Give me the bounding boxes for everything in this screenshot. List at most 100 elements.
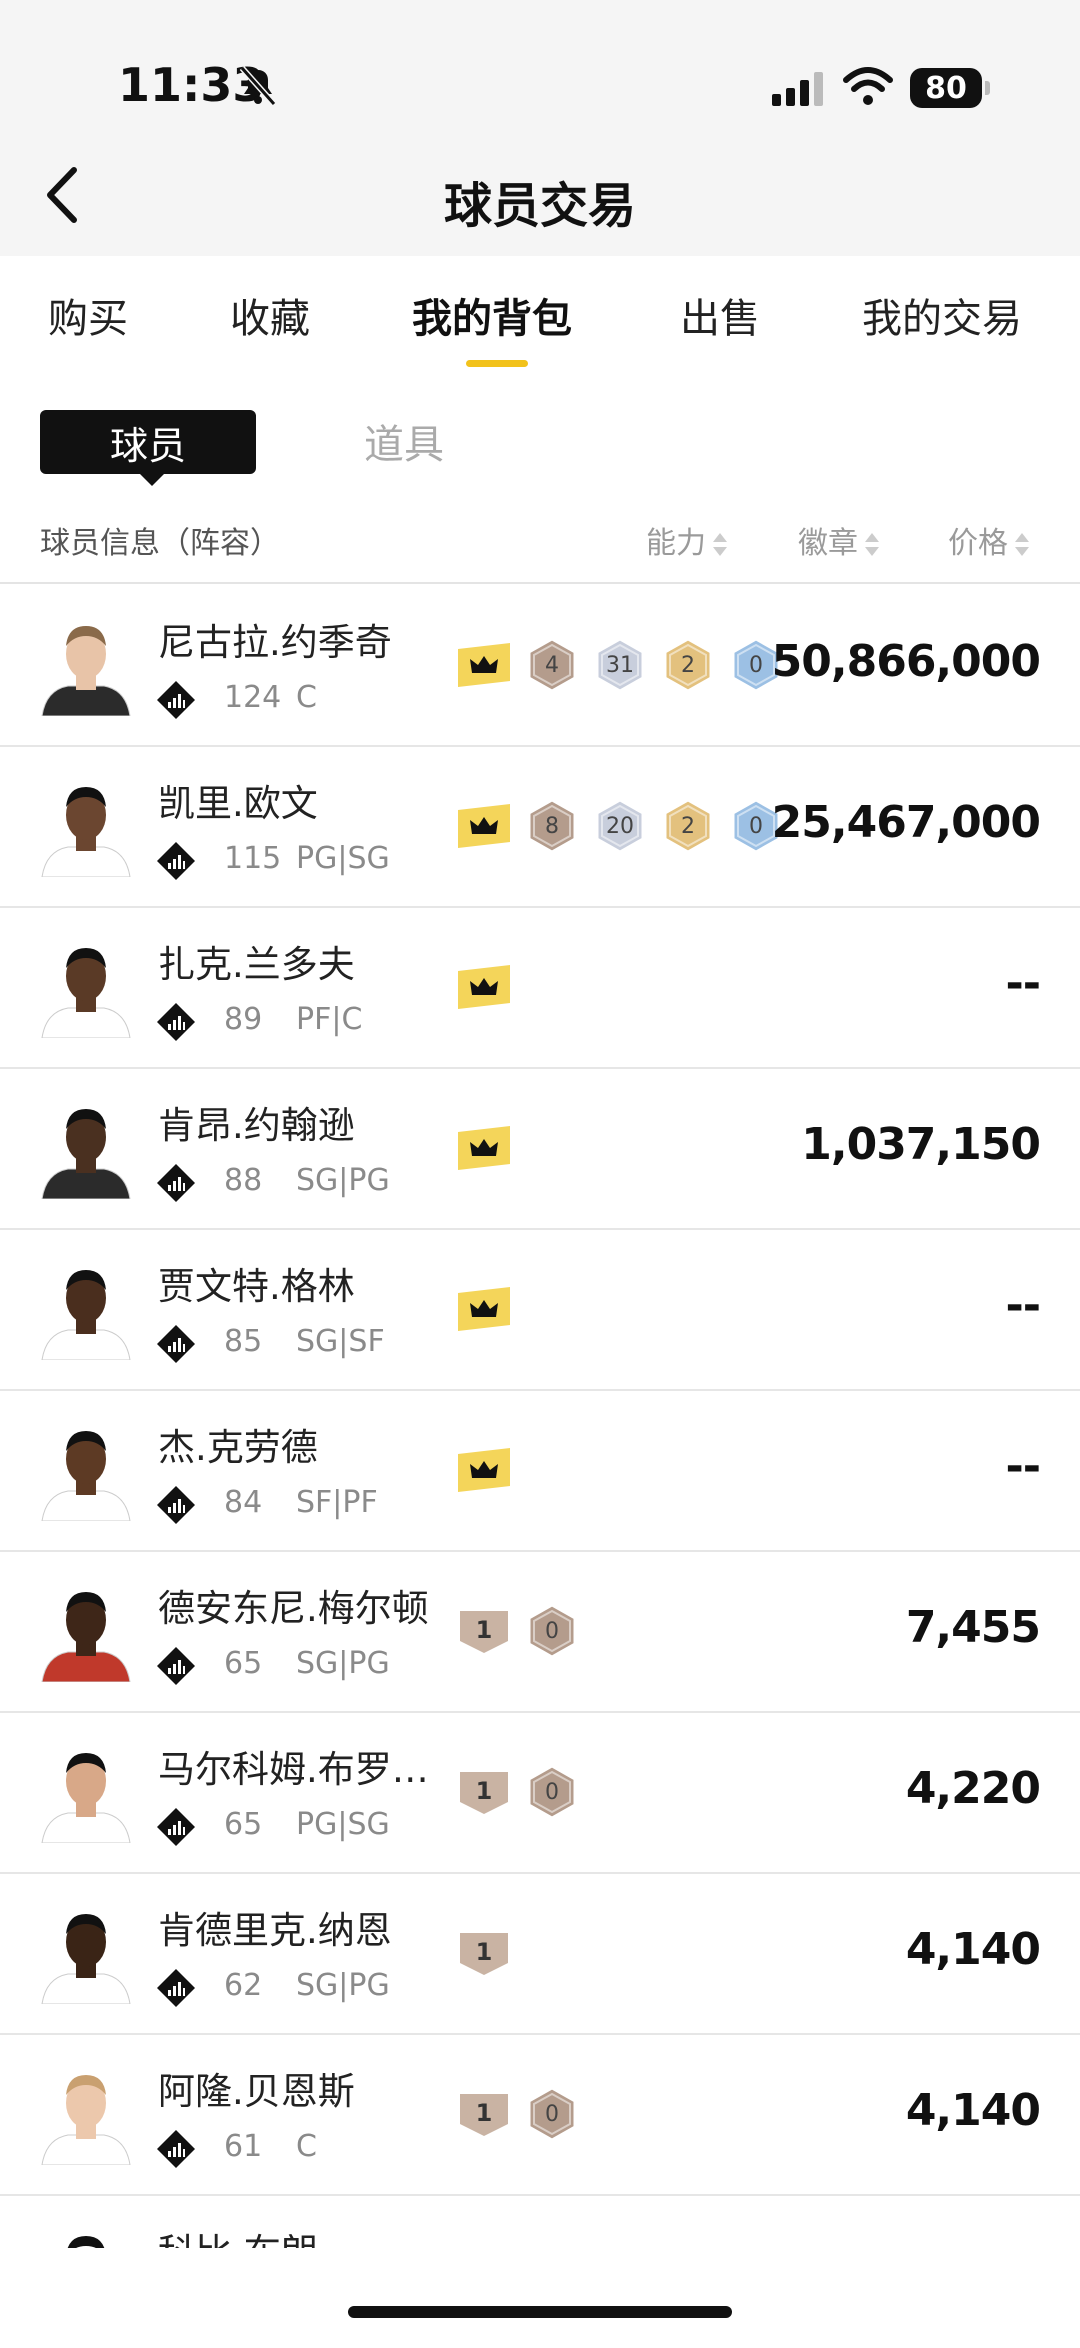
level-shield-badge: 1	[458, 2090, 510, 2138]
badge-hexagon: 8	[526, 798, 578, 854]
badge-group: 1	[458, 1926, 526, 1980]
badge-group	[458, 960, 526, 1014]
badge-group	[458, 1443, 526, 1497]
sort-icon	[1014, 531, 1030, 559]
player-row[interactable]: 肯昂.约翰逊 88 SG|PG 1,037,150	[0, 1069, 1080, 1230]
player-avatar	[41, 1109, 131, 1199]
player-price: 50,866,000	[771, 636, 1041, 687]
player-row[interactable]: 贾文特.格林 85 SG|SF --	[0, 1230, 1080, 1391]
player-row[interactable]: 阿隆.贝恩斯 61 C 1 0 4,140	[0, 2035, 1080, 2196]
badge-count: 4	[545, 652, 559, 678]
badge-hexagon: 4	[526, 637, 578, 693]
header-badge-label: 徽章	[798, 526, 858, 561]
rating-diamond-icon	[157, 681, 195, 719]
badge-hexagon: 20	[594, 798, 646, 854]
badge-count: 0	[545, 2101, 559, 2127]
player-avatar	[41, 948, 131, 1038]
player-overall: 124	[224, 680, 282, 715]
page-title: 球员交易	[443, 178, 636, 234]
player-row[interactable]: 凯里.欧文 115 PG|SG 8 20 2 0 25,467,000	[0, 747, 1080, 908]
cellular-signal-icon	[772, 72, 823, 106]
player-row[interactable]: 扎克.兰多夫 89 PF|C --	[0, 908, 1080, 1069]
badge-group: 1 0	[458, 1603, 594, 1659]
header-ability-sort[interactable]: 能力	[646, 518, 728, 562]
header-player-info: 球员信息（阵容）	[40, 526, 280, 561]
tab-my-backpack[interactable]: 我的背包	[412, 286, 572, 344]
home-indicator[interactable]	[348, 2306, 732, 2318]
player-position: SG|PG	[296, 1646, 390, 1681]
player-price: --	[1005, 1280, 1041, 1331]
crown-badge-icon	[458, 1448, 510, 1492]
player-overall: 65	[224, 1646, 263, 1681]
player-position: SF|PF	[296, 1485, 378, 1520]
badge-hexagon: 2	[662, 798, 714, 854]
player-name: 德安东尼.梅尔顿	[158, 1587, 429, 1630]
player-list: 尼古拉.约季奇 124 C 4 31 2 0 50,866,000 凯里.欧文 …	[0, 586, 1080, 2256]
rating-diamond-icon	[157, 842, 195, 880]
player-row[interactable]: 马尔科姆.布罗… 65 PG|SG 1 0 4,220	[0, 1713, 1080, 1874]
badge-count: 20	[606, 813, 634, 839]
badge-hexagon: 31	[594, 637, 646, 693]
wifi-icon	[843, 67, 893, 105]
header-ability-label: 能力	[646, 526, 706, 561]
player-avatar	[41, 1431, 131, 1521]
badge-hexagon: 0	[526, 1764, 578, 1820]
segment-players[interactable]: 球员	[40, 410, 256, 486]
level-shield-badge: 1	[458, 1929, 510, 1977]
shield-value: 1	[475, 1616, 493, 1644]
tab-my-trades[interactable]: 我的交易	[862, 286, 1022, 344]
player-position: PF|C	[296, 1002, 363, 1037]
player-avatar	[41, 1753, 131, 1843]
player-row[interactable]: 杰.克劳德 84 SF|PF --	[0, 1391, 1080, 1552]
header-price-label: 价格	[948, 526, 1008, 561]
crown-badge-icon	[458, 643, 510, 687]
player-position: C	[296, 680, 317, 715]
crown-badge-icon	[458, 804, 510, 848]
bottom-safe-area	[0, 2248, 1080, 2348]
player-name: 马尔科姆.布罗…	[158, 1748, 429, 1791]
player-name: 贾文特.格林	[158, 1265, 355, 1308]
player-price: --	[1005, 958, 1041, 1009]
badge-count: 8	[545, 813, 559, 839]
player-position: SG|PG	[296, 1163, 390, 1198]
tab-bar: 购买 收藏 我的背包 出售 我的交易	[0, 256, 1080, 376]
player-avatar	[41, 1592, 131, 1682]
player-price: --	[1005, 1441, 1041, 1492]
badge-count: 31	[606, 652, 634, 678]
player-avatar	[41, 787, 131, 877]
tab-sell[interactable]: 出售	[680, 286, 760, 344]
bell-muted-icon	[239, 66, 277, 106]
player-row-partial[interactable]: 科比.布朗	[0, 2196, 1080, 2256]
rating-diamond-icon	[157, 1486, 195, 1524]
tab-favorites[interactable]: 收藏	[230, 286, 310, 344]
crown-badge-icon	[458, 965, 510, 1009]
badge-group	[458, 1121, 526, 1175]
player-position: SG|PG	[296, 1968, 390, 2003]
tab-buy[interactable]: 购买	[48, 286, 128, 344]
player-overall: 89	[224, 1002, 263, 1037]
player-price: 1,037,150	[801, 1119, 1041, 1170]
player-row[interactable]: 肯德里克.纳恩 62 SG|PG 1 4,140	[0, 1874, 1080, 2035]
player-overall: 84	[224, 1485, 263, 1520]
player-row[interactable]: 尼古拉.约季奇 124 C 4 31 2 0 50,866,000	[0, 586, 1080, 747]
level-shield-badge: 1	[458, 1607, 510, 1655]
player-overall: 65	[224, 1807, 263, 1842]
player-row[interactable]: 德安东尼.梅尔顿 65 SG|PG 1 0 7,455	[0, 1552, 1080, 1713]
player-avatar	[41, 626, 131, 716]
header-price-sort[interactable]: 价格	[948, 518, 1030, 562]
player-name: 尼古拉.约季奇	[158, 621, 392, 664]
player-name: 杰.克劳德	[158, 1426, 318, 1469]
badge-count: 0	[545, 1618, 559, 1644]
badge-group	[458, 1282, 526, 1336]
player-price: 4,220	[905, 1763, 1041, 1814]
player-name: 扎克.兰多夫	[158, 943, 355, 986]
level-shield-badge: 1	[458, 1768, 510, 1816]
player-overall: 85	[224, 1324, 263, 1359]
rating-diamond-icon	[157, 1164, 195, 1202]
segment-items[interactable]: 道具	[364, 412, 444, 470]
player-position: PG|SG	[296, 1807, 390, 1842]
badge-group: 1 0	[458, 1764, 594, 1820]
player-price: 7,455	[905, 1602, 1041, 1653]
header-badge-sort[interactable]: 徽章	[798, 518, 880, 562]
player-avatar	[41, 2075, 131, 2165]
